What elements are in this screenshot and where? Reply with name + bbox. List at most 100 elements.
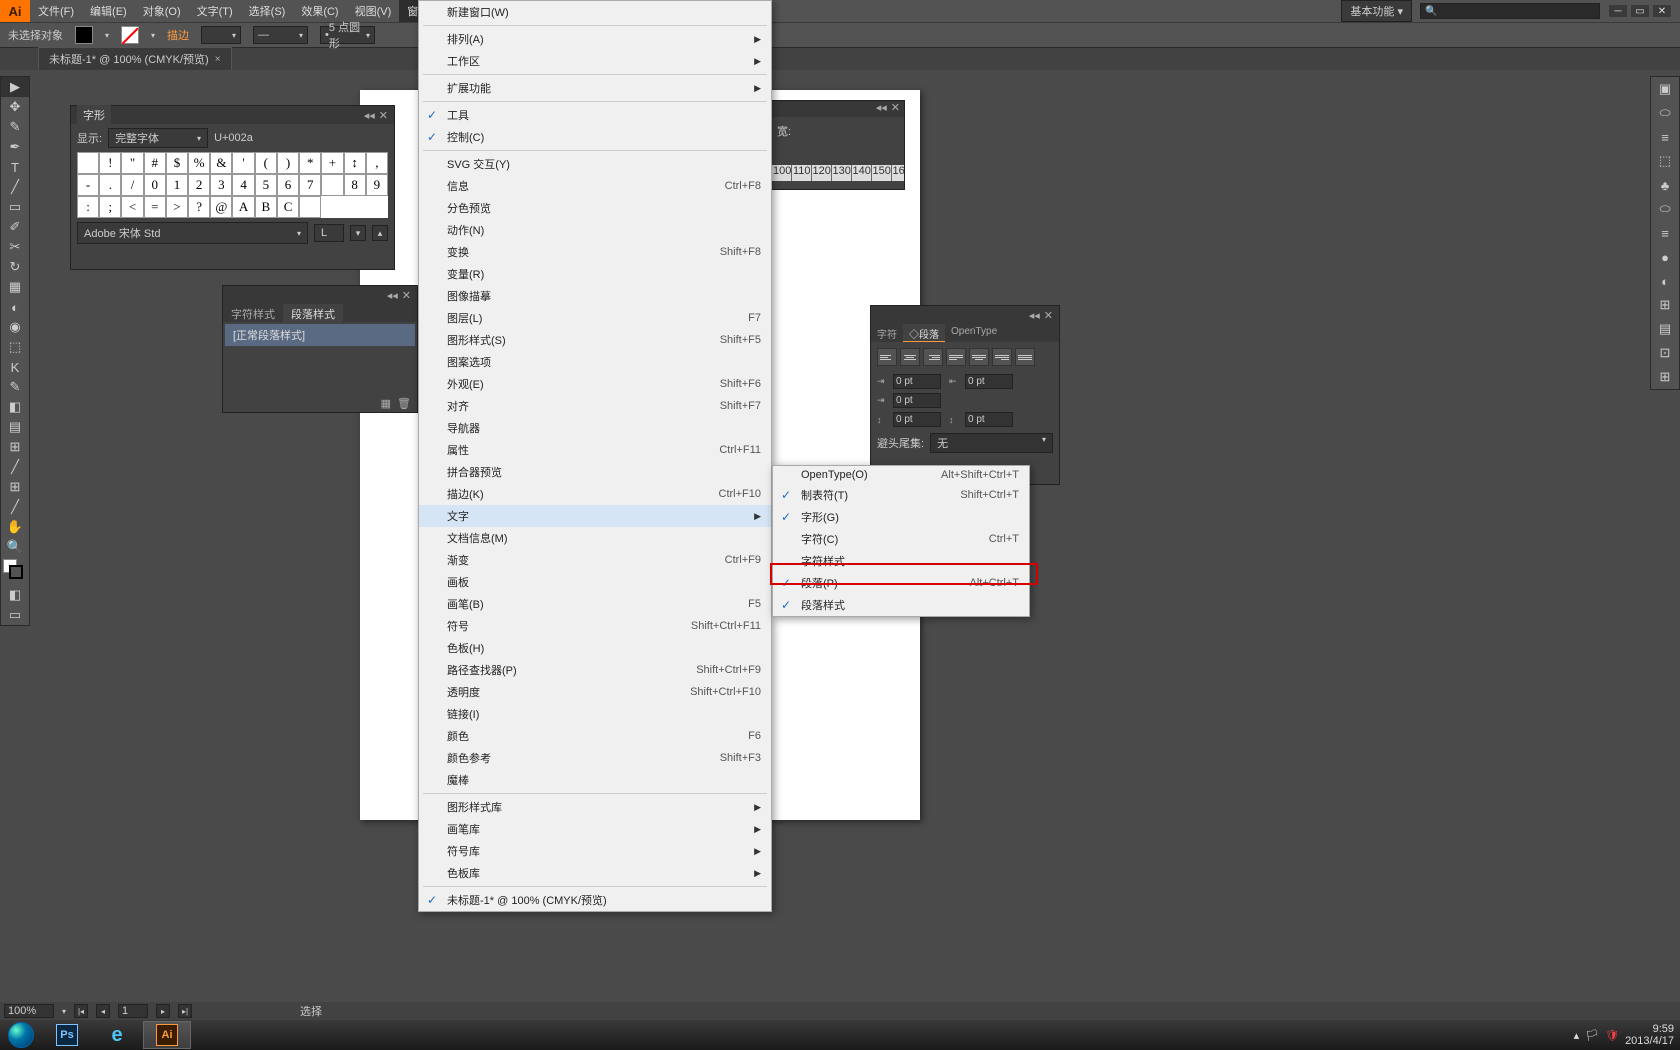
menu-item[interactable]: 动作(N) — [419, 219, 771, 241]
char-styles-tab[interactable]: 字符样式 — [223, 304, 283, 322]
line-tool[interactable]: ╱ — [1, 177, 29, 197]
workspace-selector[interactable]: 基本功能 ▾ — [1341, 0, 1412, 22]
menu-item[interactable]: 画笔(B)F5 — [419, 593, 771, 615]
submenu-item[interactable]: ✓字形(G) — [773, 506, 1029, 528]
type-tool[interactable]: T — [1, 157, 29, 177]
glyph-cell[interactable]: # — [144, 152, 166, 174]
glyph-cell[interactable]: 1 — [166, 174, 188, 196]
menu-item[interactable]: ✓工具 — [419, 104, 771, 126]
panel-icon[interactable]: ⊞ — [1651, 365, 1679, 389]
fill-swatch[interactable] — [75, 26, 93, 44]
clock[interactable]: 9:59 2013/4/17 — [1625, 1023, 1674, 1047]
pen-tool[interactable]: ✒ — [1, 137, 29, 157]
menu-item[interactable]: 变换Shift+F8 — [419, 241, 771, 263]
glyph-cell[interactable]: ↕ — [344, 152, 366, 174]
window-minimize[interactable]: ─ — [1608, 4, 1628, 18]
glyph-cell[interactable]: * — [299, 152, 321, 174]
glyph-cell[interactable]: : — [77, 196, 99, 218]
menu-item[interactable]: SVG 交互(Y) — [419, 153, 771, 175]
glyph-cell[interactable] — [321, 174, 343, 196]
panel-icon[interactable]: ▣ — [1651, 77, 1679, 101]
panel-icon[interactable]: ▤ — [1651, 317, 1679, 341]
menu-item[interactable]: 排列(A)▶ — [419, 28, 771, 50]
glyph-cell[interactable]: A — [232, 196, 254, 218]
menu-item[interactable]: 颜色F6 — [419, 725, 771, 747]
close-icon[interactable]: × — [215, 54, 221, 65]
panel-icon[interactable]: ● — [1651, 245, 1679, 269]
submenu-item[interactable]: ✓段落(P)Alt+Ctrl+T — [773, 572, 1029, 594]
kinsoku-select[interactable]: 无▾ — [930, 433, 1053, 453]
menu-item[interactable]: 色板库▶ — [419, 862, 771, 884]
menu-item[interactable]: 色板(H) — [419, 637, 771, 659]
panel-icon[interactable]: ⬭ — [1651, 197, 1679, 221]
task-photoshop[interactable]: Ps — [43, 1021, 91, 1049]
prev-artboard[interactable]: ◂ — [96, 1004, 110, 1018]
align-left[interactable] — [877, 348, 897, 366]
glyph-cell[interactable]: 5 — [255, 174, 277, 196]
direct-select-tool[interactable]: ✥ — [1, 97, 29, 117]
glyph-cell[interactable]: ( — [255, 152, 277, 174]
glyph-cell[interactable]: 3 — [210, 174, 232, 196]
glyph-cell[interactable]: $ — [166, 152, 188, 174]
menu-select[interactable]: 选择(S) — [241, 0, 294, 22]
paragraph-panel[interactable]: ◂◂✕ 字符 ◇段落 OpenType ⇥ ⇤ ⇥ ↕ ↕ 避头尾集: 无▾ — [870, 305, 1060, 485]
blend-tool[interactable]: ▤ — [1, 417, 29, 437]
para-styles-tab[interactable]: 段落样式 — [283, 304, 343, 322]
collapse-icon[interactable]: ◂◂ — [876, 101, 887, 117]
scale-tool[interactable]: ▦ — [1, 277, 29, 297]
glyph-cell[interactable]: > — [166, 196, 188, 218]
system-tray[interactable]: ▴ 🏳 🛡 9:59 2013/4/17 — [1574, 1023, 1680, 1047]
stroke-profile[interactable]: —▾ — [253, 26, 308, 44]
glyph-cell[interactable]: . — [99, 174, 121, 196]
first-artboard[interactable]: |◂ — [74, 1004, 88, 1018]
screen-mode[interactable]: ▭ — [1, 605, 29, 625]
menu-item[interactable]: 颜色参考Shift+F3 — [419, 747, 771, 769]
menu-item[interactable]: 画笔库▶ — [419, 818, 771, 840]
delete-style-icon[interactable]: 🗑 — [397, 397, 411, 410]
menu-item[interactable]: 文字▶ — [419, 505, 771, 527]
close-icon[interactable]: ✕ — [402, 289, 411, 302]
hand-tool[interactable]: ✋ — [1, 517, 29, 537]
search-box[interactable]: 🔍 — [1420, 3, 1600, 19]
menu-item[interactable]: 外观(E)Shift+F6 — [419, 373, 771, 395]
zoom-in-icon[interactable]: ▴ — [372, 225, 388, 241]
glyph-cell[interactable]: & — [210, 152, 232, 174]
menu-item[interactable]: 符号Shift+Ctrl+F11 — [419, 615, 771, 637]
menu-item[interactable]: ✓控制(C) — [419, 126, 771, 148]
indent-right[interactable] — [965, 374, 1013, 389]
panel-icon[interactable]: ◐ — [1651, 269, 1679, 293]
color-swatches[interactable] — [1, 557, 29, 585]
brush-select[interactable]: • 5 点圆形▾ — [320, 26, 375, 44]
show-select[interactable]: 完整字体▾ — [108, 128, 208, 148]
start-button[interactable] — [0, 1020, 42, 1050]
menu-item[interactable]: 符号库▶ — [419, 840, 771, 862]
menu-item[interactable]: 渐变Ctrl+F9 — [419, 549, 771, 571]
menu-item[interactable]: 图层(L)F7 — [419, 307, 771, 329]
symbol-tool[interactable]: ⊞ — [1, 437, 29, 457]
rotate-tool[interactable]: ↻ — [1, 257, 29, 277]
glyph-cell[interactable] — [299, 196, 321, 218]
submenu-item[interactable]: OpenType(O)Alt+Shift+Ctrl+T — [773, 466, 1029, 484]
menu-item[interactable]: 画板 — [419, 571, 771, 593]
menu-item[interactable]: 变量(R) — [419, 263, 771, 285]
style-item[interactable]: [正常段落样式] — [225, 324, 415, 346]
submenu-item[interactable]: 字符样式 — [773, 550, 1029, 572]
glyph-cell[interactable] — [77, 152, 99, 174]
artboard-num[interactable]: 1 — [118, 1004, 148, 1018]
tray-icon[interactable]: ▴ — [1574, 1029, 1580, 1042]
glyph-cell[interactable]: 2 — [188, 174, 210, 196]
last-artboard[interactable]: ▸| — [178, 1004, 192, 1018]
glyph-cell[interactable]: < — [121, 196, 143, 218]
panel-icon[interactable]: ≡ — [1651, 221, 1679, 245]
menu-item[interactable]: 拼合器预览 — [419, 461, 771, 483]
document-tab[interactable]: 未标题-1* @ 100% (CMYK/预览) × — [38, 47, 232, 70]
submenu-item[interactable]: ✓段落样式 — [773, 594, 1029, 616]
new-style-icon[interactable]: ▦ — [381, 397, 391, 410]
glyph-cell[interactable]: 4 — [232, 174, 254, 196]
glyphs-grid[interactable]: !"#$%&'()*+↕,-./0123456789:;<=>?@ABC — [77, 152, 388, 218]
glyphs-panel[interactable]: 字形 ◂◂✕ 显示: 完整字体▾ U+002a !"#$%&'()*+↕,-./… — [70, 105, 395, 270]
menu-type[interactable]: 文字(T) — [189, 0, 241, 22]
slice-tool[interactable]: ╱ — [1, 497, 29, 517]
menu-item[interactable]: 透明度Shift+Ctrl+F10 — [419, 681, 771, 703]
task-illustrator[interactable]: Ai — [143, 1021, 191, 1049]
